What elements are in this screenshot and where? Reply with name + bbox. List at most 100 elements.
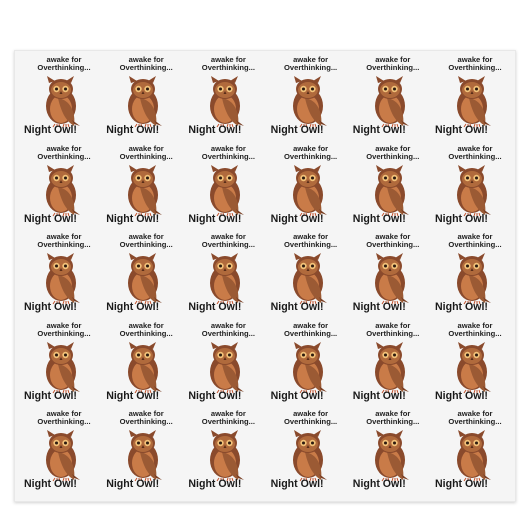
sticker-r5-c1: awake for Overthinking... Night Owl! <box>22 409 106 496</box>
owl-illustration <box>292 76 327 128</box>
owl-illustration <box>374 164 409 216</box>
sticker-r1-c5: awake for Overthinking... Night Owl! <box>351 55 435 142</box>
owl-illustration <box>210 253 245 305</box>
sticker-caption: awake for Overthinking... <box>366 55 420 73</box>
sticker-caption: awake for Overthinking... <box>119 409 173 427</box>
sticker-title: Night Owl! <box>435 478 488 490</box>
owl-illustration <box>457 164 491 216</box>
owl-illustration <box>128 164 163 216</box>
owl-illustration <box>292 430 327 482</box>
owl-illustration <box>292 341 327 393</box>
owl-illustration <box>128 253 163 305</box>
sticker-grid: awake for Overthinking... Night Owl! awa… <box>15 51 515 501</box>
owl-illustration <box>457 341 491 393</box>
sticker-r4-c2: awake for Overthinking... Night Owl! <box>104 320 188 408</box>
sticker-caption: awake for Overthinking... <box>448 320 502 338</box>
sticker-caption: awake for Overthinking... <box>37 232 91 250</box>
owl-illustration <box>457 430 491 482</box>
owl-illustration <box>46 164 80 216</box>
sticker-caption: awake for Overthinking... <box>448 55 502 73</box>
sticker-r4-c4: awake for Overthinking... Night Owl! <box>269 321 353 408</box>
sticker-caption: awake for Overthinking... <box>448 409 502 427</box>
sticker-r1-c1: awake for Overthinking... Night Owl! <box>22 55 106 142</box>
sticker-r5-c5: awake for Overthinking... Night Owl! <box>351 409 435 496</box>
owl-illustration <box>210 430 245 482</box>
sticker-title: Night Owl! <box>24 478 77 490</box>
sticker-r1-c3: awake for Overthinking... Night Owl! <box>186 55 270 142</box>
sticker-r3-c2: awake for Overthinking... Night Owl! <box>104 232 188 319</box>
sticker-caption: awake for Overthinking... <box>366 143 420 161</box>
sticker-r4-c6: awake for Overthinking... Night Owl! <box>433 320 517 408</box>
sticker-title: Night Owl! <box>270 301 324 313</box>
owl-illustration <box>374 430 409 482</box>
sticker-title: Night Owl! <box>352 478 406 490</box>
sticker-r3-c4: awake for Overthinking... Night Owl! <box>269 232 353 319</box>
sticker-r5-c4: awake for Overthinking... Night Owl! <box>269 409 353 496</box>
sticker-title: Night Owl! <box>188 301 242 313</box>
sticker-r5-c3: awake for Overthinking... Night Owl! <box>186 409 270 496</box>
sticker-r3-c5: awake for Overthinking... Night Owl! <box>351 232 435 319</box>
sticker-title: Night Owl! <box>106 212 160 225</box>
owl-illustration <box>374 341 409 393</box>
sticker-caption: awake for Overthinking... <box>366 232 420 250</box>
owl-illustration <box>46 341 80 393</box>
sticker-title: Night Owl! <box>106 301 160 313</box>
sticker-title: Night Owl! <box>188 212 242 225</box>
sticker-caption: awake for Overthinking... <box>119 320 173 338</box>
sticker-caption: awake for Overthinking... <box>201 143 255 161</box>
sticker-r1-c2: awake for Overthinking... Night Owl! <box>104 55 188 142</box>
sticker-title: Night Owl! <box>352 124 406 136</box>
owl-illustration <box>46 76 80 128</box>
sticker-caption: awake for Overthinking... <box>284 143 338 161</box>
sticker-r2-c4: awake for Overthinking... Night Owl! <box>269 143 353 231</box>
sticker-title: Night Owl! <box>270 478 324 490</box>
sticker-title: Night Owl! <box>270 389 324 402</box>
sticker-caption: awake for Overthinking... <box>37 143 91 161</box>
sticker-title: Night Owl! <box>270 124 324 136</box>
owl-illustration <box>128 76 163 128</box>
sticker-r2-c3: awake for Overthinking... Night Owl! <box>186 143 270 231</box>
owl-illustration <box>46 430 80 482</box>
sticker-caption: awake for Overthinking... <box>448 232 502 250</box>
owl-illustration <box>457 76 491 128</box>
owl-illustration <box>292 253 327 305</box>
sticker-r4-c1: awake for Overthinking... Night Owl! <box>22 321 106 408</box>
sticker-title: Night Owl! <box>106 124 160 136</box>
owl-illustration <box>46 253 80 305</box>
sticker-title: Night Owl! <box>106 389 160 402</box>
sticker-caption: awake for Overthinking... <box>201 320 255 338</box>
sticker-caption: awake for Overthinking... <box>119 55 173 73</box>
sticker-r5-c6: awake for Overthinking... Night Owl! <box>433 409 517 496</box>
sticker-caption: awake for Overthinking... <box>201 409 255 427</box>
sticker-r2-c5: awake for Overthinking... Night Owl! <box>351 143 435 231</box>
sticker-r5-c2: awake for Overthinking... Night Owl! <box>104 409 188 496</box>
sticker-title: Night Owl! <box>188 124 242 136</box>
sticker-r2-c6: awake for Overthinking... Night Owl! <box>433 143 517 231</box>
owl-illustration <box>210 341 245 393</box>
sticker-caption: awake for Overthinking... <box>37 55 91 73</box>
sticker-caption: awake for Overthinking... <box>448 143 502 161</box>
owl-illustration <box>128 341 163 393</box>
sticker-caption: awake for Overthinking... <box>37 409 91 427</box>
sticker-title: Night Owl! <box>24 212 77 225</box>
sticker-title: Night Owl! <box>435 301 488 313</box>
sticker-caption: awake for Overthinking... <box>119 232 173 250</box>
sticker-title: Night Owl! <box>352 389 406 402</box>
sticker-title: Night Owl! <box>435 212 488 225</box>
owl-illustration <box>457 253 491 305</box>
sticker-sheet: awake for Overthinking... Night Owl! awa… <box>14 50 516 502</box>
sticker-title: Night Owl! <box>24 124 77 136</box>
owl-illustration <box>128 430 163 482</box>
sticker-caption: awake for Overthinking... <box>119 143 173 161</box>
sticker-r2-c2: awake for Overthinking... Night Owl! <box>104 143 188 231</box>
sticker-caption: awake for Overthinking... <box>366 320 420 338</box>
owl-illustration <box>374 253 409 305</box>
sticker-r3-c3: awake for Overthinking... Night Owl! <box>186 232 270 319</box>
sticker-title: Night Owl! <box>188 389 242 402</box>
sticker-r2-c1: awake for Overthinking... Night Owl! <box>22 143 106 231</box>
owl-illustration <box>292 164 327 216</box>
sticker-caption: awake for Overthinking... <box>284 232 338 250</box>
sticker-title: Night Owl! <box>24 389 77 402</box>
owl-illustration <box>210 164 245 216</box>
sticker-title: Night Owl! <box>106 478 160 490</box>
